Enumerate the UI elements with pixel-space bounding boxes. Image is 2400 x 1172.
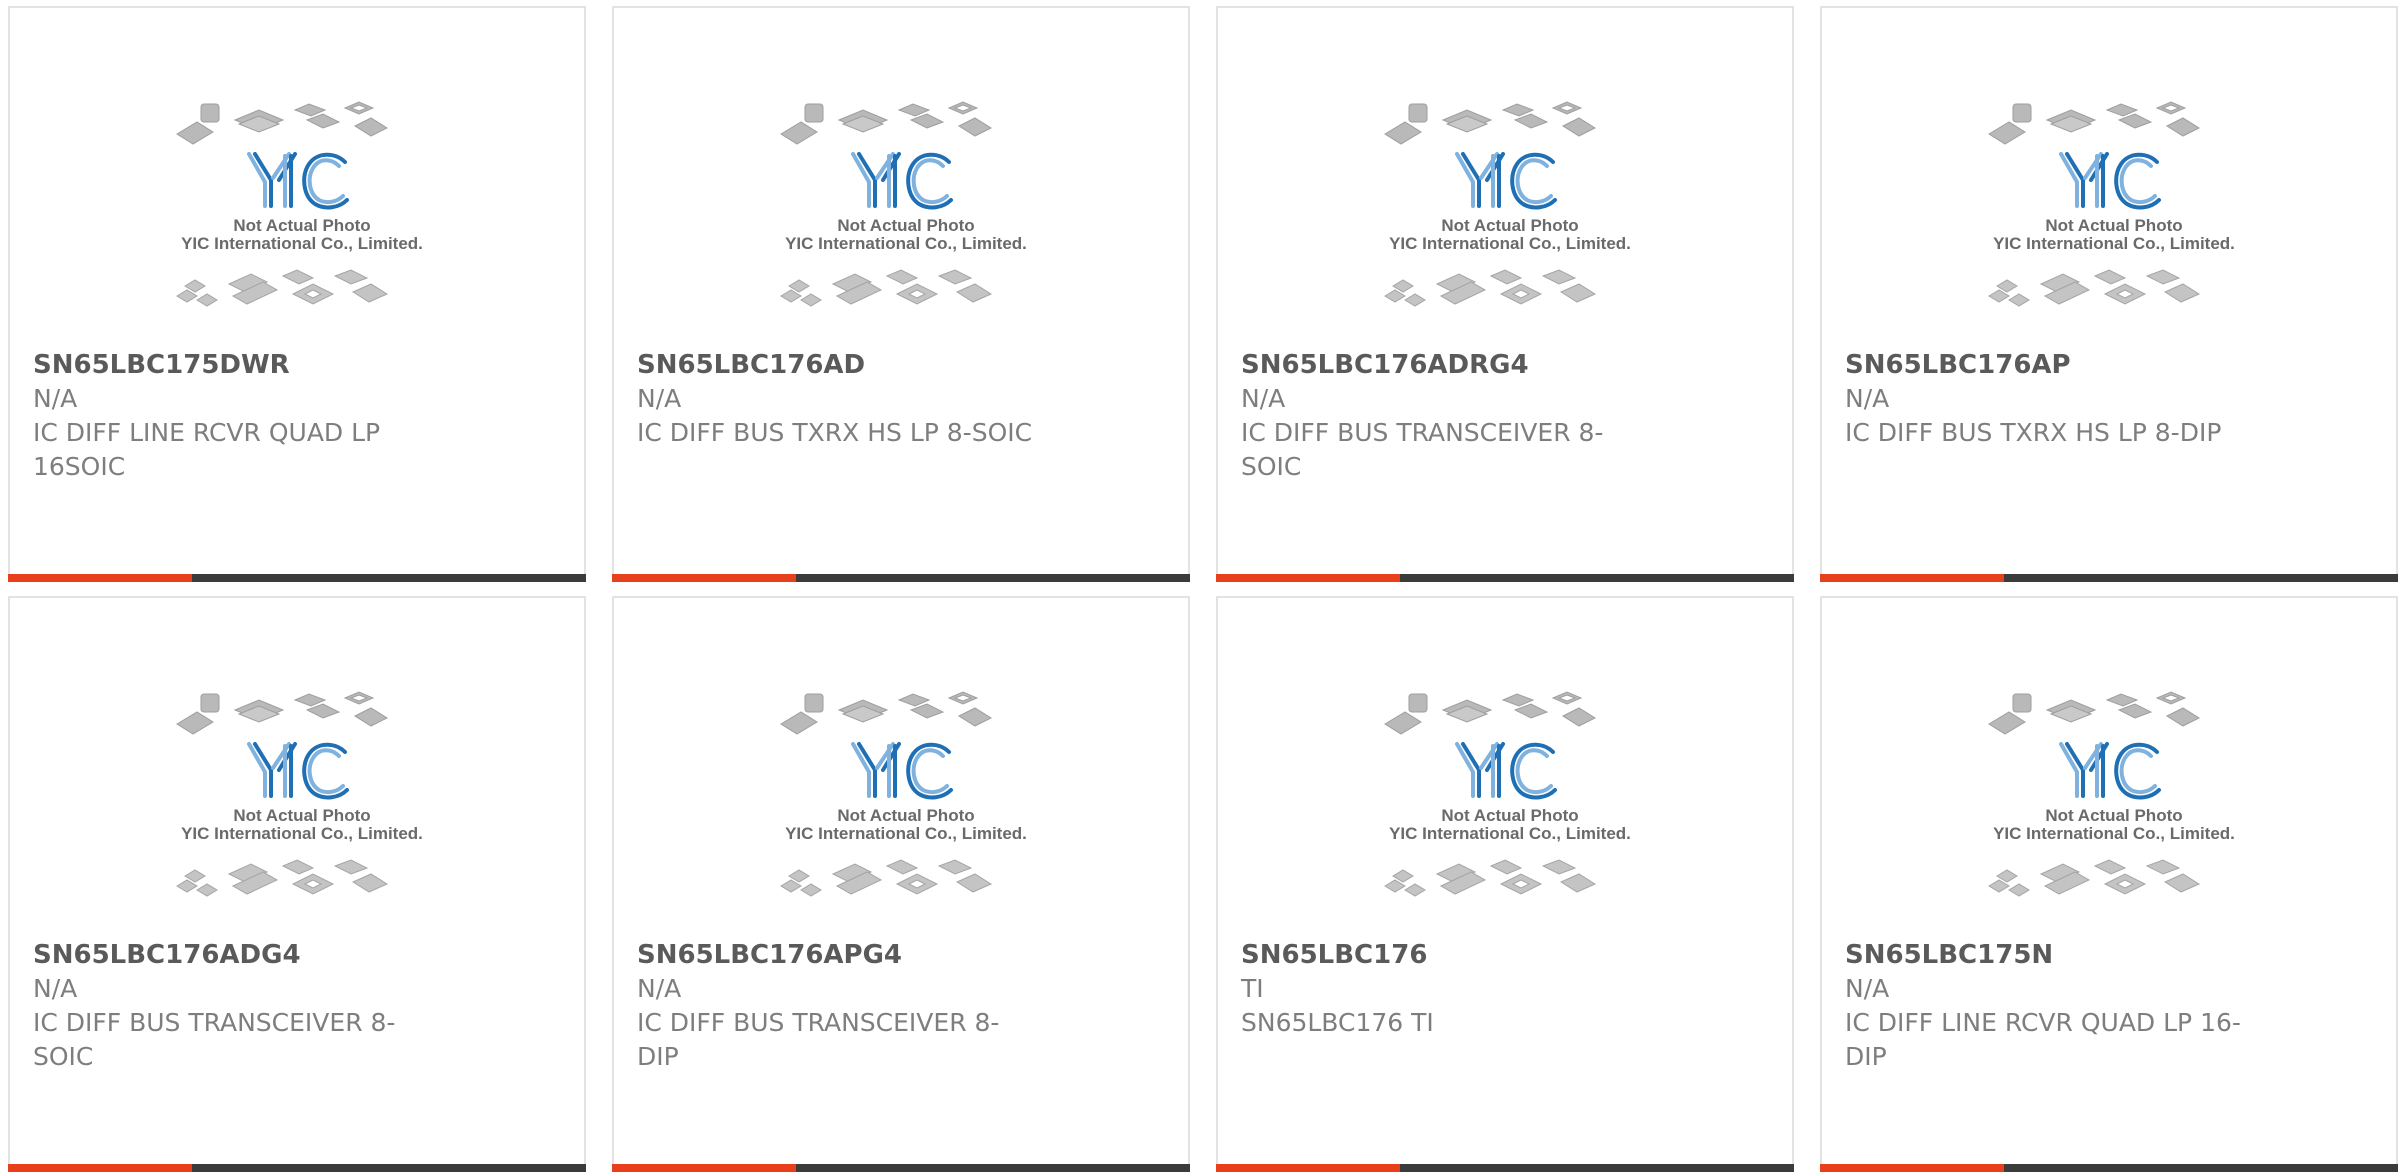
card-bottom-bar-accent: [8, 1164, 192, 1172]
logo-caption-line2: YIC International Co., Limited.: [1993, 824, 2235, 843]
card-bottom-bar: [612, 574, 1190, 582]
product-photo-placeholder[interactable]: Not Actual Photo YIC International Co., …: [167, 686, 437, 926]
product-info: SN65LBC176AD N/A IC DIFF BUS TXRX HS LP …: [637, 348, 1037, 450]
logo-caption-line2: YIC International Co., Limited.: [181, 824, 423, 843]
product-photo-placeholder[interactable]: Not Actual Photo YIC International Co., …: [1375, 96, 1645, 336]
product-description: IC DIFF LINE RCVR QUAD LP 16-DIP: [1845, 1008, 2241, 1071]
card-bottom-bar-accent: [8, 574, 192, 582]
product-card[interactable]: Not Actual Photo YIC International Co., …: [612, 6, 1190, 582]
logo-caption-line1: Not Actual Photo: [233, 216, 370, 235]
product-manufacturer: N/A: [1845, 384, 1890, 413]
product-photo-placeholder[interactable]: Not Actual Photo YIC International Co., …: [167, 96, 437, 336]
product-card[interactable]: Not Actual Photo YIC International Co., …: [8, 6, 586, 582]
product-card[interactable]: Not Actual Photo YIC International Co., …: [612, 596, 1190, 1172]
logo-caption-line2: YIC International Co., Limited.: [1389, 234, 1631, 253]
logo-caption-line2: YIC International Co., Limited.: [1389, 824, 1631, 843]
product-part-number[interactable]: SN65LBC176AD: [637, 348, 1037, 382]
logo-caption-line1: Not Actual Photo: [2045, 806, 2182, 825]
not-actual-photo-image: Not Actual Photo YIC International Co., …: [780, 101, 1027, 307]
product-part-number[interactable]: SN65LBC175N: [1845, 938, 2245, 972]
card-bottom-bar: [1820, 574, 2398, 582]
product-manufacturer: N/A: [1845, 974, 1890, 1003]
product-description: IC DIFF BUS TXRX HS LP 8-SOIC: [637, 418, 1033, 447]
not-actual-photo-image: Not Actual Photo YIC International Co., …: [1384, 691, 1631, 897]
product-description: IC DIFF LINE RCVR QUAD LP 16SOIC: [33, 418, 381, 481]
product-info: SN65LBC175N N/A IC DIFF LINE RCVR QUAD L…: [1845, 938, 2245, 1074]
product-description: SN65LBC176 TI: [1241, 1008, 1434, 1037]
not-actual-photo-image: Not Actual Photo YIC International Co., …: [1988, 691, 2235, 897]
card-bottom-bar: [612, 1164, 1190, 1172]
product-info: SN65LBC176APG4 N/A IC DIFF BUS TRANSCEIV…: [637, 938, 1037, 1074]
product-manufacturer: N/A: [33, 384, 78, 413]
card-bottom-bar-accent: [1820, 1164, 2004, 1172]
logo-caption-line1: Not Actual Photo: [2045, 216, 2182, 235]
not-actual-photo-image: Not Actual Photo YIC International Co., …: [780, 691, 1027, 897]
logo-caption-line2: YIC International Co., Limited.: [181, 234, 423, 253]
product-card[interactable]: Not Actual Photo YIC International Co., …: [1216, 6, 1794, 582]
card-bottom-bar: [1216, 574, 1794, 582]
product-photo-placeholder[interactable]: Not Actual Photo YIC International Co., …: [771, 686, 1041, 926]
not-actual-photo-image: Not Actual Photo YIC International Co., …: [1988, 101, 2235, 307]
product-grid: Not Actual Photo YIC International Co., …: [8, 6, 2398, 1172]
logo-caption-line1: Not Actual Photo: [233, 806, 370, 825]
not-actual-photo-image: Not Actual Photo YIC International Co., …: [1384, 101, 1631, 307]
product-photo-placeholder[interactable]: Not Actual Photo YIC International Co., …: [771, 96, 1041, 336]
product-manufacturer: N/A: [637, 384, 682, 413]
card-bottom-bar: [8, 1164, 586, 1172]
logo-caption-line1: Not Actual Photo: [1441, 216, 1578, 235]
card-bottom-bar-accent: [1216, 1164, 1400, 1172]
card-bottom-bar-accent: [612, 574, 796, 582]
product-description: IC DIFF BUS TRANSCEIVER 8-SOIC: [33, 1008, 396, 1071]
card-bottom-bar-accent: [1820, 574, 2004, 582]
product-part-number[interactable]: SN65LBC175DWR: [33, 348, 433, 382]
not-actual-photo-image: Not Actual Photo YIC International Co., …: [176, 101, 423, 307]
logo-caption-line1: Not Actual Photo: [837, 806, 974, 825]
product-photo-placeholder[interactable]: Not Actual Photo YIC International Co., …: [1979, 686, 2249, 926]
product-part-number[interactable]: SN65LBC176ADRG4: [1241, 348, 1641, 382]
card-bottom-bar: [1216, 1164, 1794, 1172]
product-manufacturer: N/A: [33, 974, 78, 1003]
card-bottom-bar-accent: [612, 1164, 796, 1172]
product-info: SN65LBC175DWR N/A IC DIFF LINE RCVR QUAD…: [33, 348, 433, 484]
product-card[interactable]: Not Actual Photo YIC International Co., …: [1216, 596, 1794, 1172]
product-info: SN65LBC176AP N/A IC DIFF BUS TXRX HS LP …: [1845, 348, 2245, 450]
product-part-number[interactable]: SN65LBC176AP: [1845, 348, 2245, 382]
product-card[interactable]: Not Actual Photo YIC International Co., …: [1820, 596, 2398, 1172]
product-description: IC DIFF BUS TXRX HS LP 8-DIP: [1845, 418, 2222, 447]
product-photo-placeholder[interactable]: Not Actual Photo YIC International Co., …: [1375, 686, 1645, 926]
product-info: SN65LBC176ADG4 N/A IC DIFF BUS TRANSCEIV…: [33, 938, 433, 1074]
product-part-number[interactable]: SN65LBC176APG4: [637, 938, 1037, 972]
card-bottom-bar: [1820, 1164, 2398, 1172]
product-photo-placeholder[interactable]: Not Actual Photo YIC International Co., …: [1979, 96, 2249, 336]
product-part-number[interactable]: SN65LBC176ADG4: [33, 938, 433, 972]
logo-caption-line1: Not Actual Photo: [837, 216, 974, 235]
product-info: SN65LBC176ADRG4 N/A IC DIFF BUS TRANSCEI…: [1241, 348, 1641, 484]
not-actual-photo-image: Not Actual Photo YIC International Co., …: [176, 691, 423, 897]
product-card[interactable]: Not Actual Photo YIC International Co., …: [1820, 6, 2398, 582]
logo-caption-line2: YIC International Co., Limited.: [1993, 234, 2235, 253]
product-description: IC DIFF BUS TRANSCEIVER 8-SOIC: [1241, 418, 1604, 481]
logo-caption-line2: YIC International Co., Limited.: [785, 824, 1027, 843]
card-bottom-bar: [8, 574, 586, 582]
product-description: IC DIFF BUS TRANSCEIVER 8-DIP: [637, 1008, 1000, 1071]
product-info: SN65LBC176 TI SN65LBC176 TI: [1241, 938, 1641, 1040]
product-manufacturer: N/A: [637, 974, 682, 1003]
logo-caption-line2: YIC International Co., Limited.: [785, 234, 1027, 253]
product-manufacturer: N/A: [1241, 384, 1286, 413]
product-part-number[interactable]: SN65LBC176: [1241, 938, 1641, 972]
product-card[interactable]: Not Actual Photo YIC International Co., …: [8, 596, 586, 1172]
logo-caption-line1: Not Actual Photo: [1441, 806, 1578, 825]
card-bottom-bar-accent: [1216, 574, 1400, 582]
product-manufacturer: TI: [1241, 974, 1264, 1003]
